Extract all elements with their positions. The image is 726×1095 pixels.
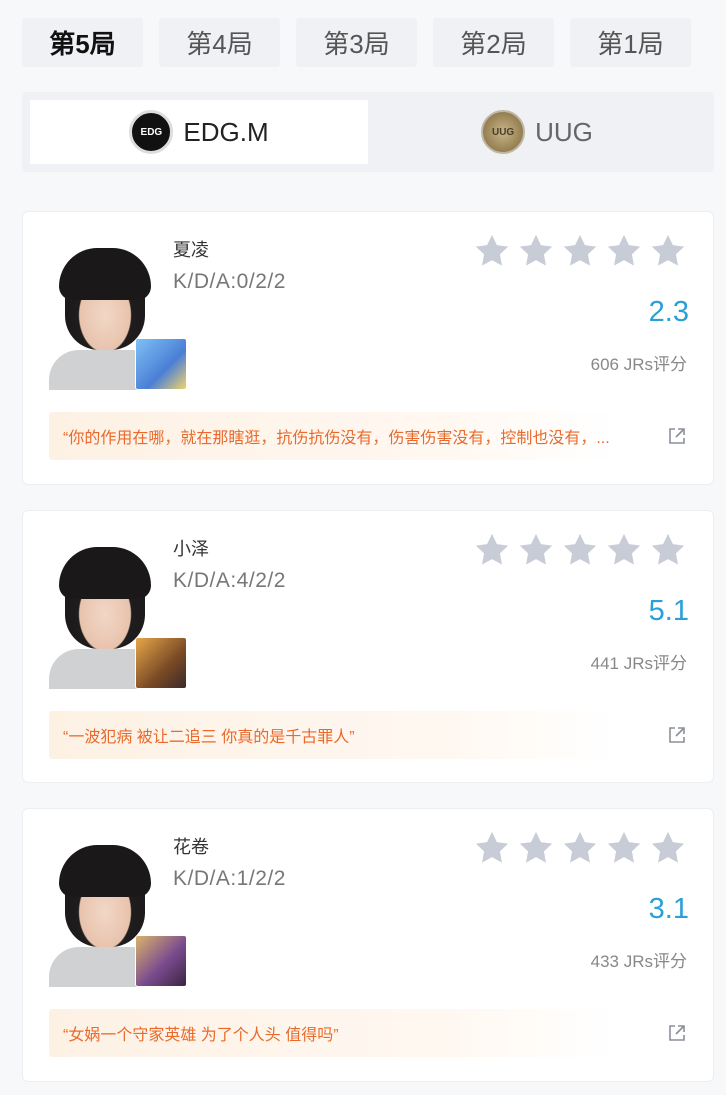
player-kda: K/D/A:0/2/2: [173, 270, 286, 293]
star-icon[interactable]: [649, 232, 687, 270]
tab-game-2[interactable]: 第2局: [433, 18, 554, 67]
player-kda: K/D/A:1/2/2: [173, 867, 286, 890]
tab-game-4[interactable]: 第4局: [159, 18, 280, 67]
rating-stars[interactable]: [473, 531, 687, 569]
top-comment[interactable]: “女娲一个守家英雄 为了个人头 值得吗”: [49, 1009, 615, 1057]
player-kda: K/D/A:4/2/2: [173, 569, 286, 592]
star-icon[interactable]: [649, 531, 687, 569]
player-avatar[interactable]: [49, 248, 187, 390]
uug-logo-icon: UUG: [481, 110, 526, 154]
top-comment[interactable]: “你的作用在哪，就在那瞎逛，抗伤抗伤没有，伤害伤害没有，控制也没有，...: [49, 412, 615, 460]
hero-icon: [135, 637, 187, 689]
rating-stars[interactable]: [473, 232, 687, 270]
star-icon[interactable]: [473, 232, 511, 270]
share-icon[interactable]: [667, 426, 687, 446]
star-icon[interactable]: [517, 829, 555, 867]
tab-game-5[interactable]: 第5局: [22, 18, 143, 67]
star-icon[interactable]: [517, 531, 555, 569]
player-name: 小泽: [173, 539, 209, 559]
star-icon[interactable]: [561, 829, 599, 867]
star-icon[interactable]: [605, 232, 643, 270]
team-tab-edgm[interactable]: EDG EDG.M: [30, 100, 368, 164]
uug-logo-text: UUG: [491, 126, 515, 138]
star-icon[interactable]: [561, 232, 599, 270]
hero-icon: [135, 935, 187, 987]
top-comment[interactable]: “一波犯病 被让二追三 你真的是千古罪人”: [49, 711, 615, 759]
player-name: 夏凌: [173, 240, 209, 260]
star-icon[interactable]: [561, 531, 599, 569]
star-icon[interactable]: [517, 232, 555, 270]
player-score: 5.1: [648, 595, 689, 627]
rating-count: 441 JRs评分: [590, 654, 687, 673]
share-icon[interactable]: [667, 1023, 687, 1043]
team-name-left: EDG.M: [183, 116, 269, 147]
player-score: 2.3: [648, 296, 689, 328]
player-card: 夏凌 K/D/A:0/2/2 2.3 606 JRs评分 “你的作用在哪，就在那…: [22, 211, 714, 485]
player-avatar[interactable]: [49, 845, 187, 987]
game-tabs: 第5局 第4局 第3局 第2局 第1局: [22, 18, 692, 68]
star-icon[interactable]: [649, 829, 687, 867]
star-icon[interactable]: [473, 829, 511, 867]
hero-icon: [135, 338, 187, 390]
rating-count: 606 JRs评分: [590, 355, 687, 374]
team-name-right: UUG: [535, 116, 593, 147]
edg-logo-icon: EDG: [129, 110, 174, 154]
rating-count: 433 JRs评分: [590, 952, 687, 971]
rating-stars[interactable]: [473, 829, 687, 867]
star-icon[interactable]: [605, 829, 643, 867]
share-icon[interactable]: [667, 725, 687, 745]
team-tab-uug[interactable]: UUG UUG: [368, 100, 706, 164]
player-card: 花卷 K/D/A:1/2/2 3.1 433 JRs评分 “女娲一个守家英雄 为…: [22, 808, 714, 1082]
edg-logo-text: EDG: [140, 126, 163, 138]
player-name: 花卷: [173, 837, 209, 857]
player-card: 小泽 K/D/A:4/2/2 5.1 441 JRs评分 “一波犯病 被让二追三…: [22, 510, 714, 783]
player-avatar[interactable]: [49, 547, 187, 689]
star-icon[interactable]: [605, 531, 643, 569]
player-score: 3.1: [648, 893, 689, 925]
star-icon[interactable]: [473, 531, 511, 569]
team-switch: EDG EDG.M UUG UUG: [22, 92, 714, 172]
tab-game-1[interactable]: 第1局: [570, 18, 691, 67]
tab-game-3[interactable]: 第3局: [296, 18, 417, 67]
